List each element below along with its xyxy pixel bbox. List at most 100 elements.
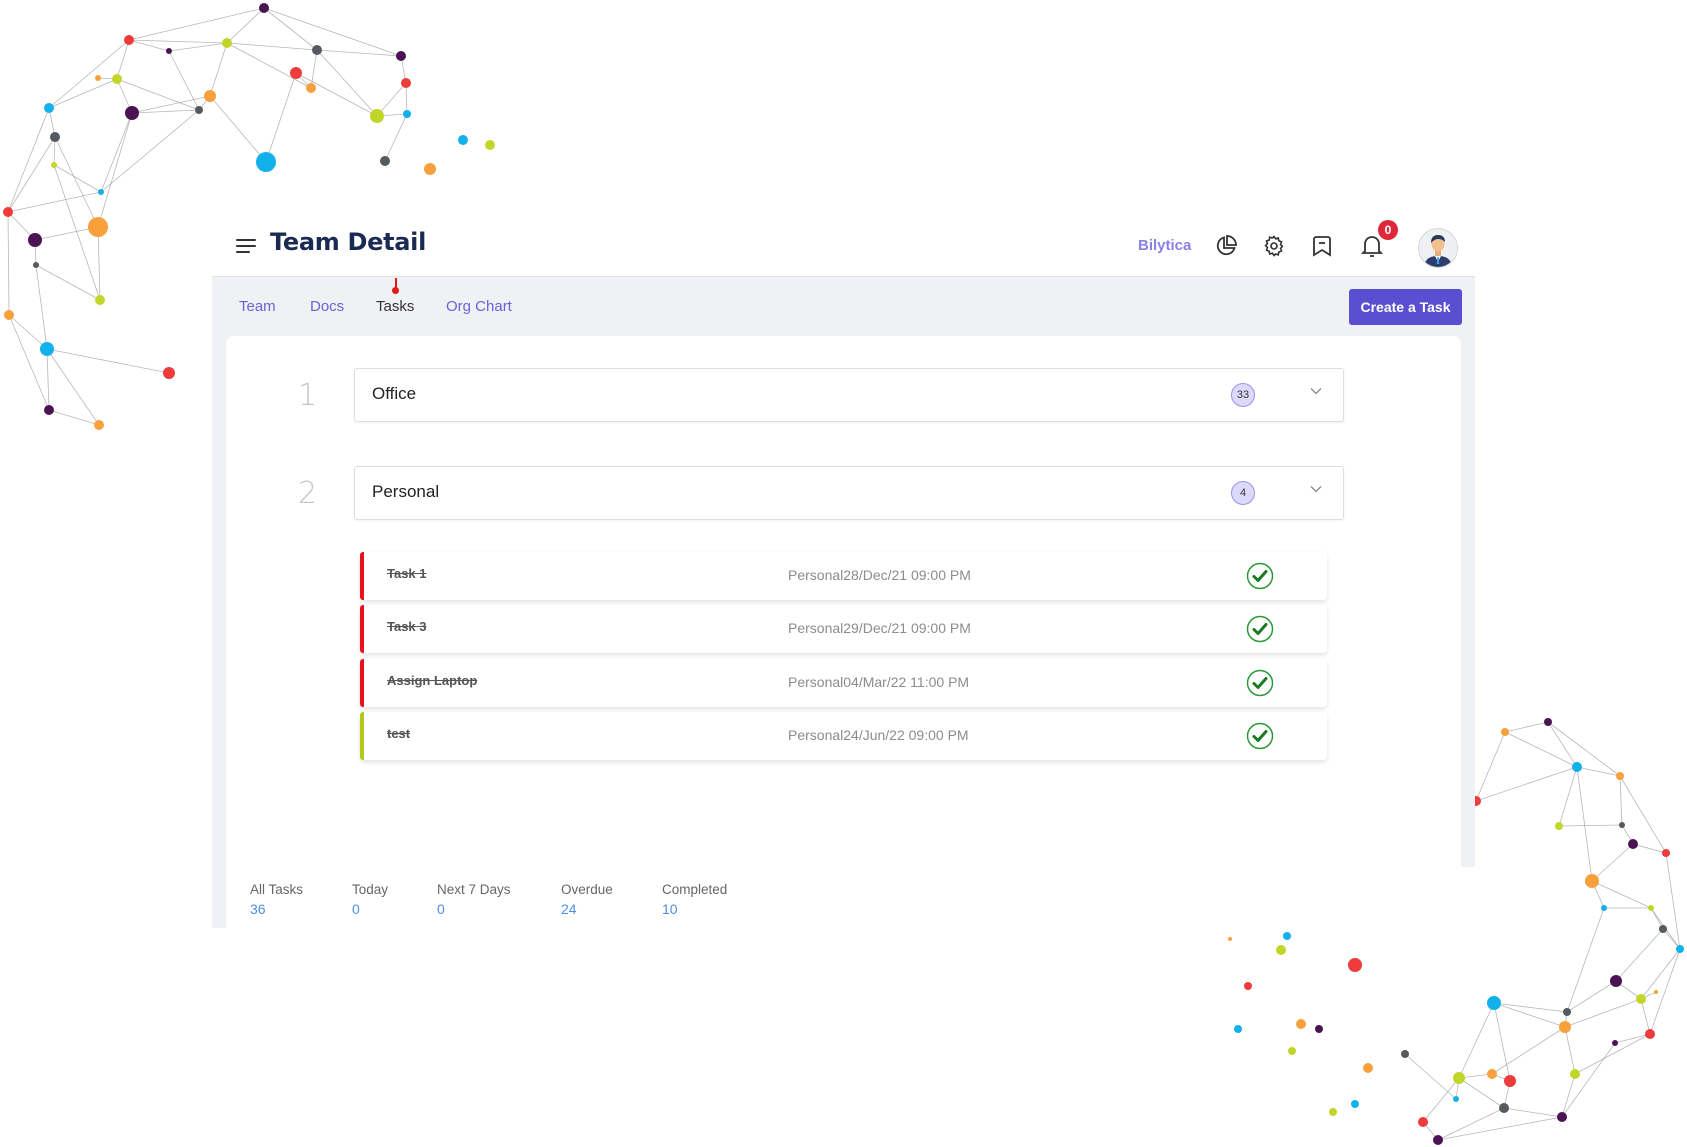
network-link (265, 72, 297, 163)
stat-next-7-days[interactable]: Next 7 Days 0 (437, 882, 511, 917)
gear-icon[interactable] (1260, 232, 1288, 260)
network-node (98, 189, 104, 195)
network-node (195, 106, 203, 114)
task-row[interactable]: test Personal24/Jun/22 09:00 PM (360, 712, 1327, 760)
network-link (97, 77, 118, 80)
task-row[interactable]: Assign Laptop Personal04/Mar/22 11:00 PM (360, 659, 1327, 707)
network-link (100, 112, 133, 193)
network-node (1676, 945, 1684, 953)
network-link (1591, 880, 1605, 909)
check-circle-icon[interactable] (1246, 615, 1274, 643)
network-link (1591, 880, 1652, 909)
menu-icon[interactable] (236, 239, 256, 253)
network-link (48, 39, 130, 109)
network-link (7, 211, 10, 316)
network-link (1491, 1073, 1511, 1082)
network-node (1499, 1103, 1509, 1113)
network-link (1564, 998, 1642, 1028)
check-circle-icon[interactable] (1246, 669, 1274, 697)
network-link (1564, 1026, 1576, 1075)
check-circle-icon[interactable] (1246, 722, 1274, 750)
network-link (226, 7, 265, 44)
network-node (380, 156, 390, 166)
stat-today[interactable]: Today 0 (352, 882, 388, 917)
network-link (1437, 1107, 1505, 1141)
network-link (263, 7, 318, 51)
network-link (97, 112, 133, 228)
tab-org-chart[interactable]: Org Chart (446, 298, 512, 315)
network-node (485, 140, 495, 150)
network-node (1433, 1135, 1443, 1145)
network-node (1487, 1069, 1497, 1079)
network-link (209, 42, 228, 97)
network-node (40, 342, 54, 356)
network-link (1437, 1116, 1563, 1141)
network-node (1648, 905, 1654, 911)
tab-team[interactable]: Team (239, 298, 276, 315)
network-link (35, 264, 48, 350)
priority-indicator (360, 605, 364, 653)
network-node (204, 90, 216, 102)
network-node (4, 310, 14, 320)
network-node (1244, 982, 1252, 990)
stat-completed[interactable]: Completed 10 (662, 882, 727, 917)
network-node (44, 405, 54, 415)
stat-label: All Tasks (250, 882, 304, 897)
network-link (1640, 948, 1681, 1000)
priority-indicator (360, 659, 364, 707)
group-label: Personal (372, 482, 440, 501)
check-circle-icon[interactable] (1246, 562, 1274, 590)
network-link (1422, 1121, 1439, 1141)
network-node (259, 3, 269, 13)
network-link (128, 39, 228, 44)
network-node (112, 74, 122, 84)
network-node (290, 67, 302, 79)
network-node (1276, 945, 1286, 955)
chevron-down-icon[interactable] (1310, 483, 1322, 495)
network-node (1645, 1029, 1655, 1039)
network-link (8, 314, 48, 350)
tab-docs[interactable]: Docs (310, 298, 344, 315)
network-link (7, 136, 56, 213)
user-avatar[interactable] (1418, 228, 1458, 268)
tab-tasks[interactable]: Tasks (376, 298, 414, 315)
group-office[interactable]: Office 33 (354, 368, 1344, 422)
task-row[interactable]: Task 3 Personal29/Dec/21 09:00 PM (360, 605, 1327, 653)
network-node (1228, 937, 1232, 941)
network-link (1547, 721, 1621, 777)
network-link (1619, 775, 1623, 826)
task-row[interactable]: Task 1 Personal28/Dec/21 09:00 PM (360, 552, 1327, 600)
create-task-button[interactable]: Create a Task (1349, 289, 1462, 325)
pie-chart-icon[interactable] (1212, 232, 1240, 260)
network-node (1636, 994, 1646, 1004)
group-personal[interactable]: Personal 4 (354, 466, 1344, 520)
network-node (1559, 1021, 1571, 1033)
group-label: Office (372, 384, 417, 403)
network-node (458, 135, 468, 145)
network-link (7, 191, 102, 213)
network-link (1650, 907, 1681, 950)
chevron-down-icon[interactable] (1310, 385, 1322, 397)
network-link (316, 49, 402, 57)
network-node (1570, 1069, 1580, 1079)
stat-overdue[interactable]: Overdue 24 (561, 882, 613, 917)
network-link (116, 39, 130, 80)
group-count-badge: 4 (1231, 481, 1255, 505)
page-header: Team Detail Bilytica 0 (212, 220, 1475, 276)
network-link (295, 72, 312, 89)
network-node (1619, 822, 1625, 828)
network-link (226, 42, 318, 51)
bookmark-icon[interactable] (1308, 232, 1336, 260)
brand-link[interactable]: Bilytica (1138, 237, 1191, 254)
network-link (226, 42, 312, 89)
network-node (33, 262, 39, 268)
network-link (376, 82, 407, 117)
network-link (116, 78, 133, 114)
network-link (97, 226, 101, 301)
network-node (1563, 1008, 1571, 1016)
stat-all-tasks[interactable]: All Tasks 36 (250, 882, 303, 917)
network-link (53, 164, 101, 301)
panel-edge (212, 866, 226, 928)
network-link (1458, 1077, 1505, 1109)
network-node (95, 295, 105, 305)
